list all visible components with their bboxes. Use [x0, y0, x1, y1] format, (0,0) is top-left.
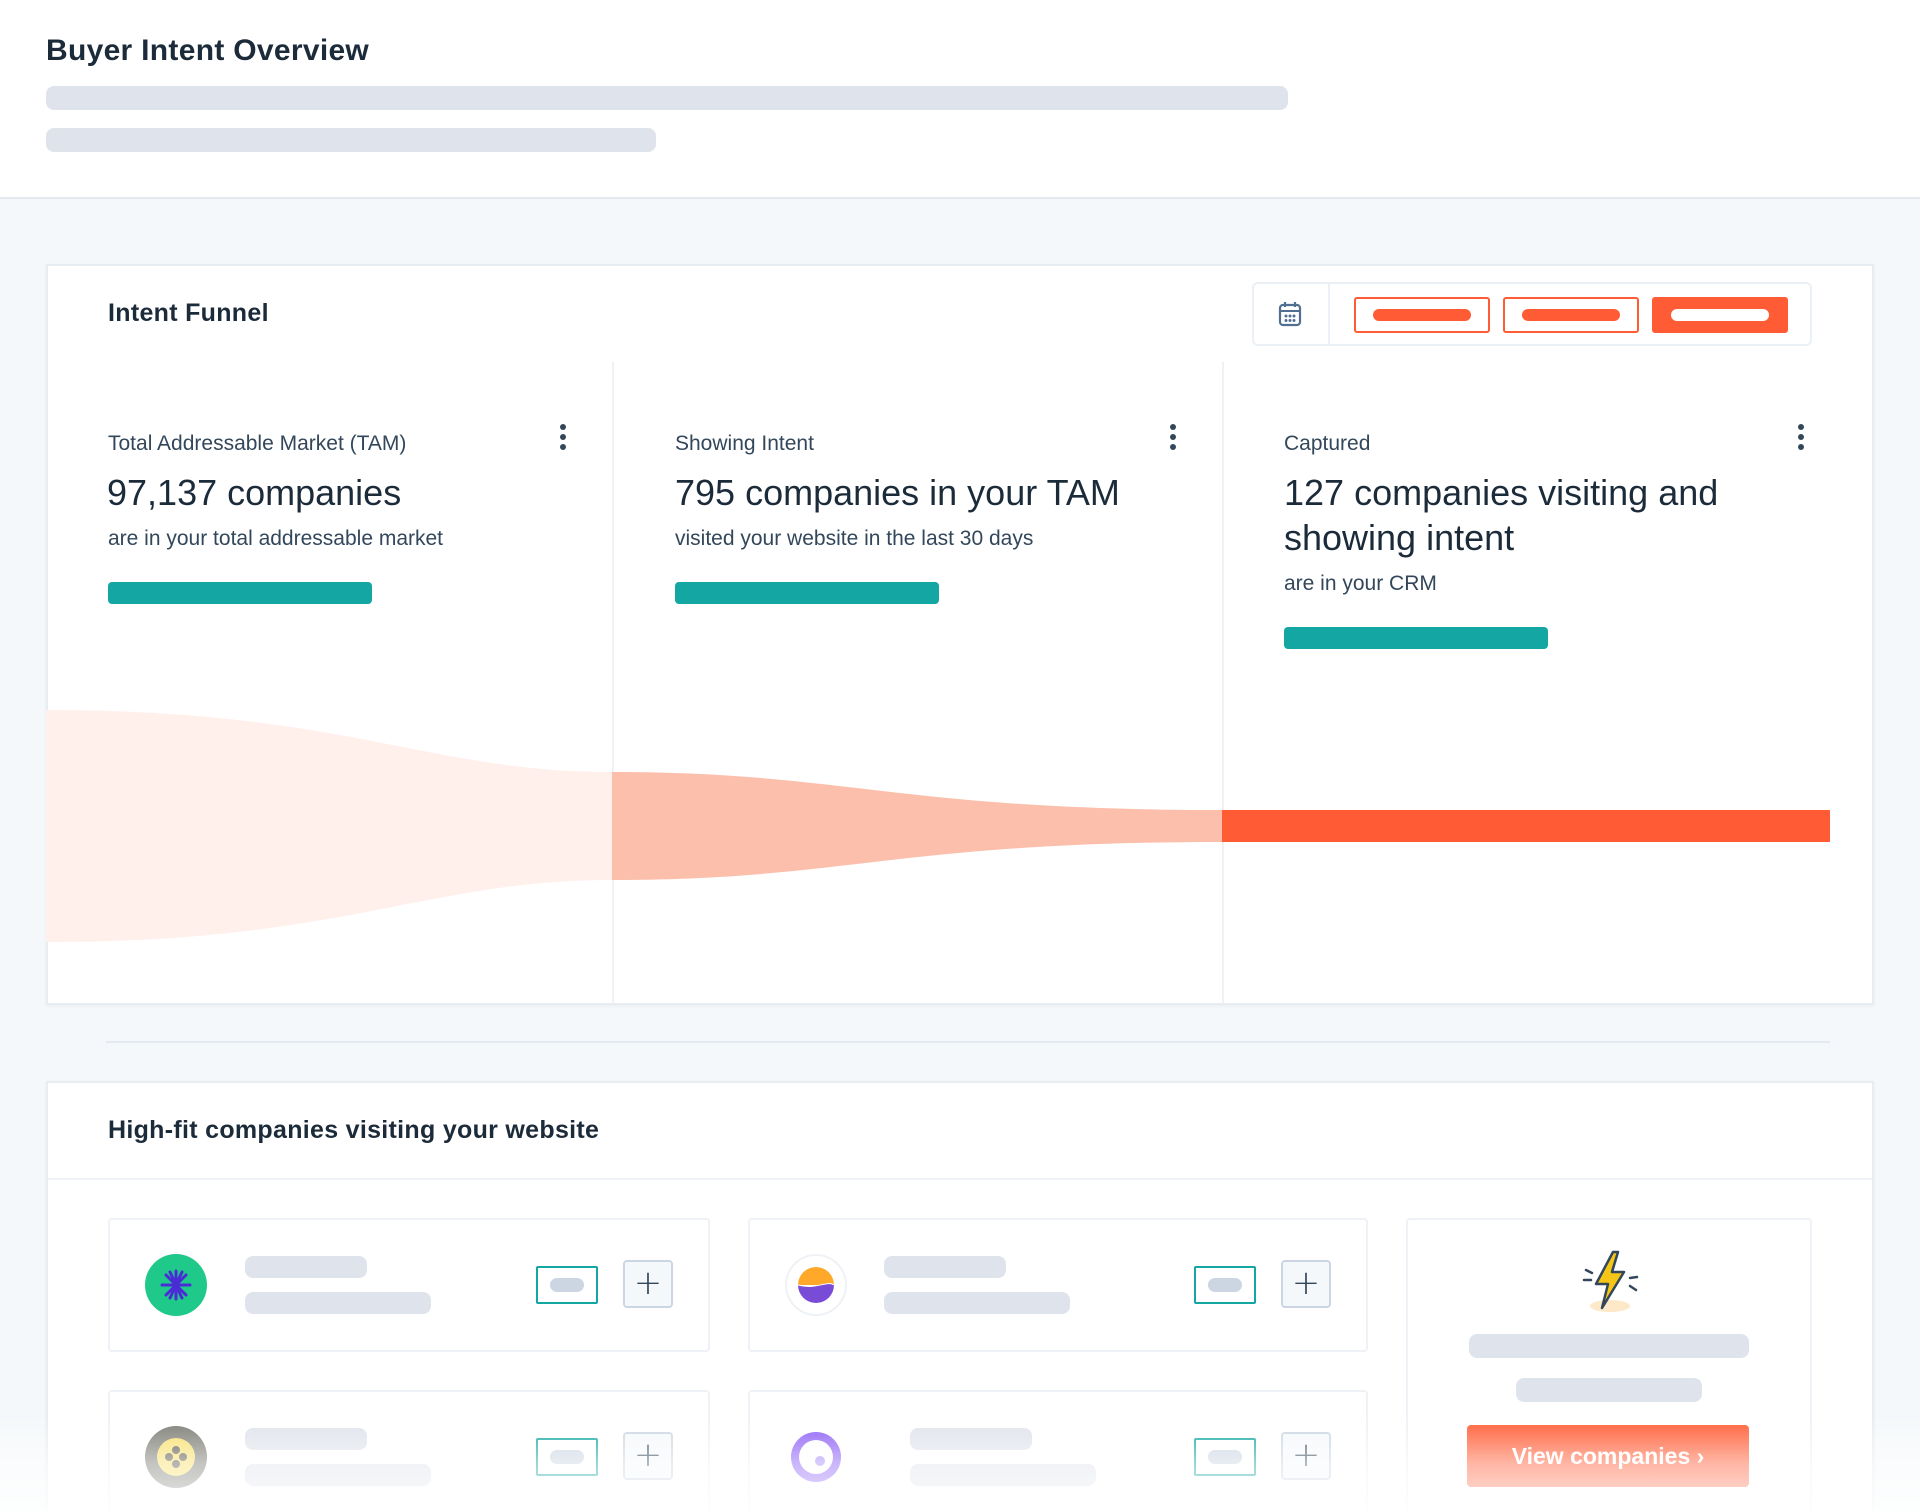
add-company-button[interactable]: + — [623, 1260, 673, 1308]
company-name-skeleton — [245, 1256, 367, 1278]
section-divider — [106, 1041, 1830, 1043]
calendar-icon[interactable] — [1278, 301, 1302, 332]
company-tag[interactable] — [1194, 1266, 1256, 1304]
company-name-skeleton — [245, 1428, 367, 1450]
company-detail-skeleton — [884, 1292, 1070, 1314]
header-skeleton-line-1 — [46, 86, 1288, 110]
funnel-segment-captured — [1222, 810, 1830, 842]
company-tag[interactable] — [536, 1266, 598, 1304]
date-range-selector — [1252, 282, 1812, 346]
stage-intent-description: visited your website in the last 30 days — [675, 527, 1034, 550]
date-range-divider — [1328, 284, 1330, 344]
intent-funnel-title: Intent Funnel — [108, 299, 269, 327]
stage-tam-label: Total Addressable Market (TAM) — [108, 432, 407, 455]
promo-skeleton-line-1 — [1469, 1334, 1749, 1358]
company-tag[interactable] — [1194, 1438, 1256, 1476]
add-company-button[interactable]: + — [1281, 1432, 1331, 1480]
stage-captured-label: Captured — [1284, 432, 1371, 455]
page-header: Buyer Intent Overview — [0, 0, 1920, 199]
stage-captured-menu-icon[interactable] — [1797, 424, 1805, 452]
stage-tam-menu-icon[interactable] — [559, 424, 567, 452]
green-star-logo-icon — [145, 1254, 207, 1316]
company-name-skeleton — [910, 1428, 1032, 1450]
date-range-option-1[interactable] — [1354, 297, 1490, 333]
gray-yellow-logo-icon — [145, 1426, 207, 1488]
date-range-option-2[interactable] — [1503, 297, 1639, 333]
stage-tam-description: are in your total addressable market — [108, 527, 444, 550]
lightning-bolt-icon — [1580, 1248, 1640, 1314]
company-tag[interactable] — [536, 1438, 598, 1476]
stage-tam-bar — [108, 582, 372, 604]
add-company-button[interactable]: + — [1281, 1260, 1331, 1308]
stage-captured-description: are in your CRM — [1284, 572, 1437, 595]
view-companies-button[interactable]: View companies › — [1467, 1425, 1749, 1487]
orange-purple-logo-icon — [785, 1254, 847, 1316]
funnel-segment-tam — [46, 710, 612, 942]
funnel-segment-intent — [612, 772, 1222, 880]
header-skeleton-line-2 — [46, 128, 656, 152]
stage-captured-value: 127 companies visiting and showing inten… — [1284, 472, 1719, 558]
stage-intent-value: 795 companies in your TAM — [675, 472, 1120, 513]
company-name-skeleton — [884, 1256, 1006, 1278]
promo-skeleton-line-2 — [1516, 1378, 1702, 1402]
purple-ring-logo-icon — [785, 1426, 847, 1488]
stage-intent-bar — [675, 582, 939, 604]
companies-card-header-divider — [48, 1178, 1872, 1180]
intent-funnel-graphic — [46, 710, 1830, 942]
stage-tam-value: 97,137 companies — [107, 472, 402, 513]
high-fit-companies-title: High-fit companies visiting your website — [108, 1116, 600, 1144]
stage-intent-menu-icon[interactable] — [1169, 424, 1177, 452]
company-detail-skeleton — [245, 1464, 431, 1486]
page-title: Buyer Intent Overview — [46, 34, 370, 67]
date-range-option-3[interactable] — [1652, 297, 1788, 333]
company-detail-skeleton — [910, 1464, 1096, 1486]
company-detail-skeleton — [245, 1292, 431, 1314]
add-company-button[interactable]: + — [623, 1432, 673, 1480]
stage-captured-bar — [1284, 627, 1548, 649]
stage-intent-label: Showing Intent — [675, 432, 814, 455]
